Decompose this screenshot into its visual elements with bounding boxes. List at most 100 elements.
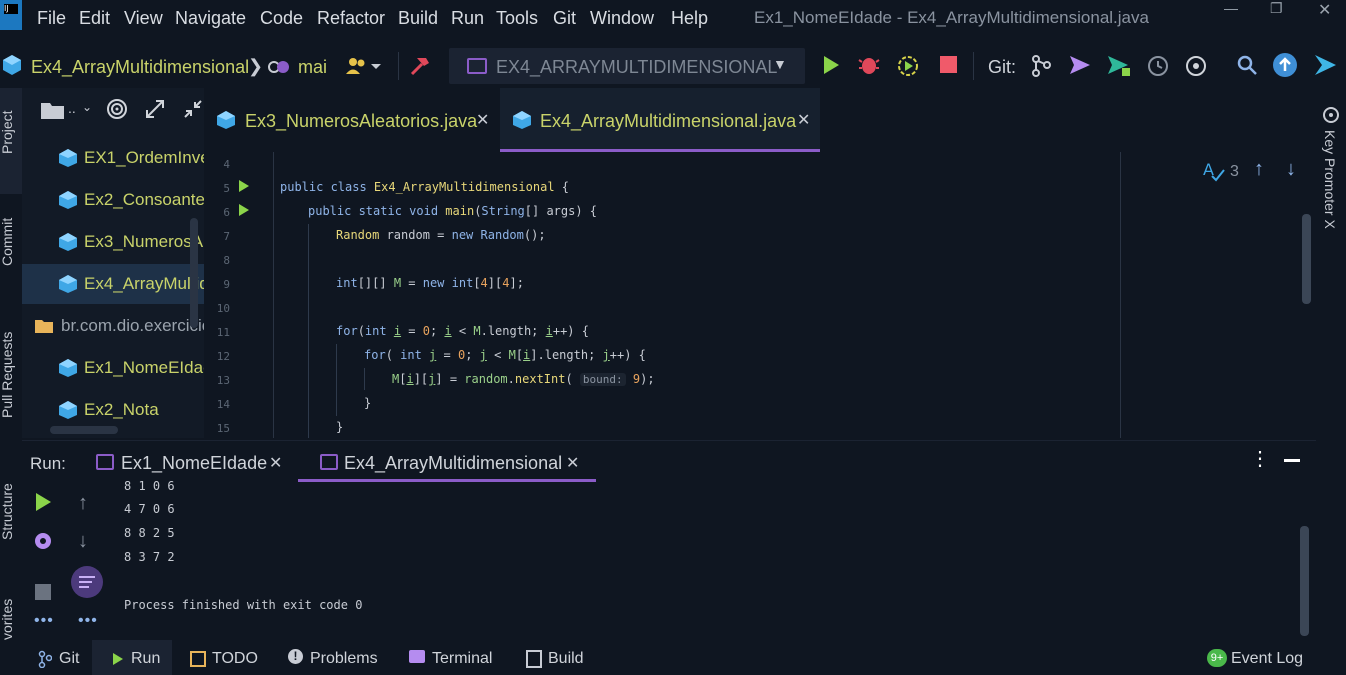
console-scrollbar[interactable] [1300,526,1309,636]
arrow-up-icon[interactable]: ↑ [78,492,88,515]
app-logo-icon: IJ [0,0,22,30]
search-icon[interactable] [1236,54,1258,76]
collapse-all-icon[interactable] [182,98,204,120]
status-git[interactable]: Git [59,650,79,668]
java-class-icon [59,149,77,167]
project-view-dropdown[interactable]: .. [68,100,76,116]
status-problems[interactable]: Problems [310,650,378,668]
run-tab-ex1[interactable]: Ex1_NomeEIdade ✕ [92,441,292,481]
code-editor[interactable]: 4 5 6 7 8 9 10 11 12 13 14 15 public cla… [204,152,1316,438]
minimize-icon[interactable]: — [1224,0,1238,16]
tab-project[interactable]: Project [0,110,15,154]
more-icon[interactable]: ••• [34,612,54,630]
editor-scrollbar[interactable] [1302,214,1311,304]
folder-icon[interactable] [40,100,66,120]
tab-structure[interactable]: Structure [0,483,15,540]
menu-window[interactable]: Window [590,8,654,29]
stop-icon[interactable] [940,56,957,73]
close-tab-icon[interactable]: ✕ [476,110,489,130]
menu-build[interactable]: Build [398,8,438,29]
java-class-icon [513,111,531,129]
arrow-up-icon[interactable]: ↑ [1254,158,1264,181]
build-icon [526,650,542,668]
status-todo[interactable]: TODO [212,650,258,668]
close-tab-icon[interactable]: ✕ [566,453,579,473]
debug-icon[interactable] [858,54,880,76]
menu-edit[interactable]: Edit [79,8,110,29]
status-event-log[interactable]: Event Log [1231,650,1303,668]
git-update-icon[interactable] [1030,54,1052,78]
tree-item[interactable]: Ex3_NumerosAleatorios [22,222,204,262]
tab-key-promoter[interactable]: Key Promoter X [1322,130,1338,229]
run-tab-ex4-active[interactable]: Ex4_ArrayMultidimensional ✕ [298,441,596,483]
tree-item-label: EX1_OrdemInverse [84,148,204,167]
menu-navigate[interactable]: Navigate [175,8,246,29]
coverage-icon[interactable] [896,54,920,78]
menu-view[interactable]: View [124,8,163,29]
line-number: 8 [223,254,230,267]
status-build[interactable]: Build [548,650,584,668]
toolbox-icon[interactable] [1312,52,1338,78]
run-panel-header: Run: Ex1_NomeEIdade ✕ Ex4_ArrayMultidime… [22,440,1316,483]
breadcrumb-project[interactable]: Ex4_ArrayMultidimensional [31,57,249,78]
stop-icon[interactable] [35,584,51,600]
more-options-icon[interactable]: ⋮ [1250,449,1270,469]
close-tab-icon[interactable]: ✕ [269,453,282,473]
rerun-icon[interactable] [34,492,52,512]
menu-tools[interactable]: Tools [496,8,538,29]
more-icon[interactable]: ••• [78,612,98,630]
tree-item-label: Ex3_NumerosAleatorios [84,232,204,251]
tab-ex4-active[interactable]: Ex4_ArrayMultidimensional.java ✕ [500,88,820,152]
locate-icon[interactable] [106,98,128,120]
problems-icon: ! [288,649,303,664]
run-tab-label: Ex1_NomeEIdade [121,453,268,473]
run-icon[interactable] [820,54,842,76]
menu-git[interactable]: Git [553,8,576,29]
build-hammer-icon[interactable] [408,54,432,78]
users-dropdown-icon[interactable] [345,56,385,76]
tab-ex3[interactable]: Ex3_NumerosAleatorios.java ✕ [204,88,498,152]
tab-favorites[interactable]: vorites [0,599,15,640]
menu-refactor[interactable]: Refactor [317,8,385,29]
expand-all-icon[interactable] [144,98,166,120]
status-run[interactable]: Run [131,650,160,668]
run-icon [113,653,123,665]
close-tab-icon[interactable]: ✕ [797,110,810,130]
settings-icon[interactable] [32,530,54,552]
update-icon[interactable] [1272,52,1298,78]
tree-item[interactable]: EX1_OrdemInverse [22,138,204,178]
vertical-scrollbar[interactable] [190,218,198,328]
menu-run[interactable]: Run [451,8,484,29]
rollback-icon[interactable] [1184,54,1208,78]
line-number: 13 [216,374,230,387]
git-commit-icon[interactable] [1068,54,1092,76]
hide-panel-icon[interactable] [1284,459,1300,462]
horizontal-scrollbar[interactable] [50,426,118,434]
menu-code[interactable]: Code [260,8,303,29]
tree-item[interactable]: Ex2_Nota [22,390,204,430]
menu-help[interactable]: Help [671,8,708,29]
tab-pull-requests[interactable]: Pull Requests [0,332,15,418]
tree-item[interactable]: Ex1_NomeEIdade [22,348,204,388]
arrow-down-icon[interactable]: ↓ [78,530,88,553]
git-push-icon[interactable] [1106,54,1132,78]
console-line: 8 8 2 5 [124,526,175,540]
status-terminal[interactable]: Terminal [432,650,492,668]
tree-item[interactable]: Ex2_Consoantes [22,180,204,220]
close-window-icon[interactable]: ✕ [1318,0,1331,20]
restore-icon[interactable]: ❐ [1270,0,1283,17]
run-gutter-icon[interactable] [238,180,250,192]
arrow-down-icon[interactable]: ↓ [1286,158,1296,181]
tree-item-selected[interactable]: Ex4_ArrayMultidimensional [22,264,204,304]
tab-commit[interactable]: Commit [0,218,15,266]
soft-wrap-icon[interactable] [71,566,103,598]
inspection-icon[interactable]: A [1202,160,1226,182]
run-config-select[interactable]: EX4_ARRAYMULTIDIMENSIONAL ▼ [449,48,805,84]
line-number: 10 [216,302,230,315]
tree-item-package[interactable]: br.com.dio.exercicios [22,306,204,346]
menu-file[interactable]: File [37,8,66,29]
menu-bar: IJ File Edit View Navigate Code Refactor… [0,0,1346,36]
breadcrumb-method[interactable]: mai [298,57,327,78]
history-icon[interactable] [1146,54,1170,78]
run-gutter-icon[interactable] [238,204,250,216]
